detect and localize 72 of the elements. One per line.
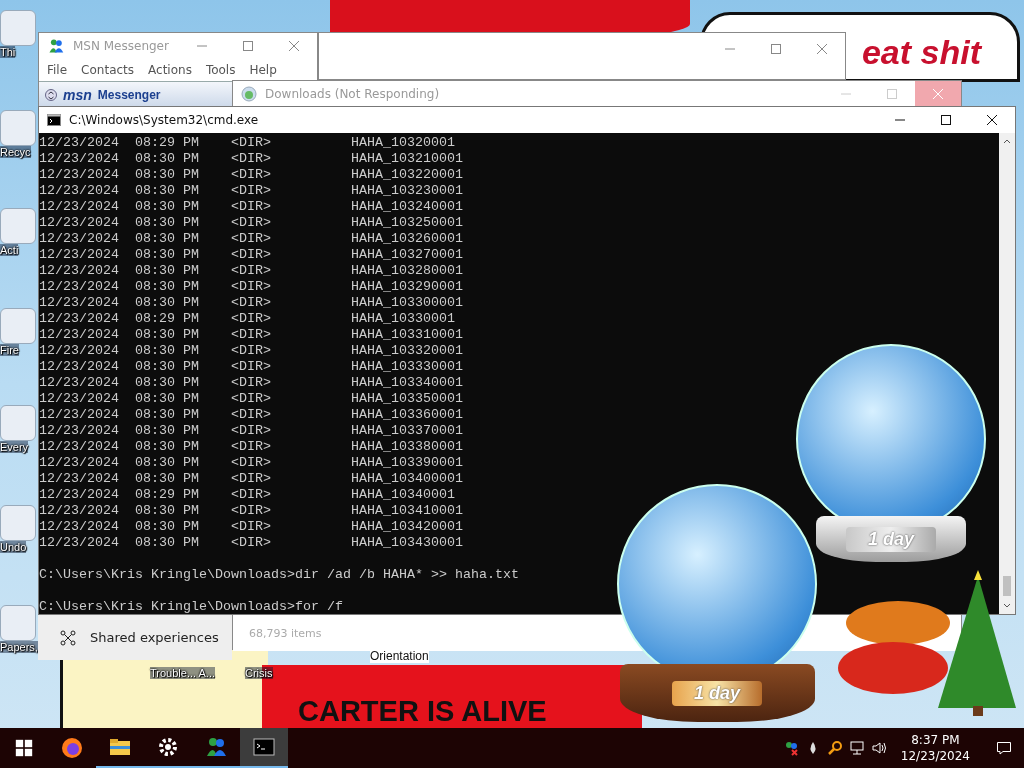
console-line: 12/23/2024 08:30 PM <DIR> HAHA_103250001 <box>39 215 463 231</box>
console-icon <box>253 736 275 758</box>
fox-globe-icon <box>61 737 83 759</box>
collapse-icon[interactable] <box>45 88 57 101</box>
console-line: 12/23/2024 08:30 PM <DIR> HAHA_103300001 <box>39 295 463 311</box>
maximize-icon <box>941 115 951 125</box>
window-title: MSN Messenger <box>73 39 169 53</box>
people-icon <box>47 38 65 54</box>
console-line: 12/23/2024 08:29 PM <DIR> HAHA_10320001 <box>39 135 455 151</box>
network-nodes-icon <box>60 629 76 646</box>
maximize-icon <box>887 89 897 99</box>
folder-icon <box>109 736 131 758</box>
console-prompt: C:\Users\Kris Kringle\Downloads>dir /ad /b HAHA* >> haha.txt <box>39 567 519 583</box>
day-counter-text: 1 day <box>846 526 936 552</box>
settings-item[interactable]: Shared experiences <box>90 630 219 645</box>
console-line: 12/23/2024 08:30 PM <DIR> HAHA_103350001 <box>39 391 463 407</box>
console-line: 12/23/2024 08:30 PM <DIR> HAHA_103210001 <box>39 151 463 167</box>
console-line: 12/23/2024 08:30 PM <DIR> HAHA_103330001 <box>39 359 463 375</box>
console-line: 12/23/2024 08:30 PM <DIR> HAHA_103320001 <box>39 343 463 359</box>
close-icon <box>987 115 997 125</box>
console-line: 12/23/2024 08:30 PM <DIR> HAHA_103390001 <box>39 455 463 471</box>
console-line: 12/23/2024 08:30 PM <DIR> HAHA_103230001 <box>39 183 463 199</box>
speech-bubble-text: eat shit <box>861 32 981 72</box>
menu-item[interactable]: File <box>47 63 68 77</box>
window-title: C:\Windows\System32\cmd.exe <box>69 113 259 127</box>
console-line: 12/23/2024 08:29 PM <DIR> HAHA_10340001 <box>39 487 455 503</box>
menu-item[interactable]: Contacts <box>81 63 135 77</box>
console-line: 12/23/2024 08:30 PM <DIR> HAHA_103290001 <box>39 279 463 295</box>
day-counter-text: 1 day <box>672 680 762 706</box>
window-title: Downloads (Not Responding) <box>265 87 440 101</box>
console-line: 12/23/2024 08:30 PM <DIR> HAHA_103310001 <box>39 327 463 343</box>
console-line: 12/23/2024 08:30 PM <DIR> HAHA_103410001 <box>39 503 463 519</box>
maximize-icon <box>771 44 781 54</box>
globe-icon <box>241 86 257 102</box>
console-line: 12/23/2024 08:30 PM <DIR> HAHA_103240001 <box>39 199 463 215</box>
maximize-icon <box>243 41 253 51</box>
menu-item[interactable]: Actions <box>148 63 192 77</box>
console-prompt: C:\Users\Kris Kringle\Downloads>for /f <box>39 599 343 615</box>
console-line: 12/23/2024 08:29 PM <DIR> HAHA_10330001 <box>39 311 455 327</box>
speech-bubble-icon <box>996 740 1012 756</box>
close-icon <box>933 89 943 99</box>
scrollbar[interactable] <box>999 133 1015 614</box>
console-line: 12/23/2024 08:30 PM <DIR> HAHA_103420001 <box>39 519 463 535</box>
console-line: 12/23/2024 08:30 PM <DIR> HAHA_103400001 <box>39 471 463 487</box>
speaker-icon[interactable] <box>870 740 887 756</box>
windows-logo-icon <box>15 739 33 757</box>
clock[interactable]: 8:37 PM 12/23/2024 <box>892 732 978 764</box>
banner-text: CARTER IS ALIVE <box>298 694 547 728</box>
console-icon <box>47 114 61 126</box>
close-icon <box>289 41 299 51</box>
menu-item[interactable]: Help <box>249 63 277 77</box>
brand-logo: msn <box>63 86 92 103</box>
console-button[interactable] <box>240 728 288 768</box>
console-line: 12/23/2024 08:30 PM <DIR> HAHA_103270001 <box>39 247 463 263</box>
menu-item[interactable]: Tools <box>205 63 236 77</box>
network-icon[interactable] <box>848 740 865 756</box>
settings-icon <box>157 736 179 758</box>
console-line: 12/23/2024 08:30 PM <DIR> HAHA_103380001 <box>39 439 463 455</box>
console-line: 12/23/2024 08:30 PM <DIR> HAHA_103280001 <box>39 263 463 279</box>
console-line: 12/23/2024 08:30 PM <DIR> HAHA_103220001 <box>39 167 463 183</box>
status-text: 68,793 items <box>249 627 322 640</box>
people-icon <box>205 736 227 758</box>
search-icon[interactable] <box>826 740 843 756</box>
console-line: 12/23/2024 08:30 PM <DIR> HAHA_103360001 <box>39 407 463 423</box>
close-icon <box>817 44 827 54</box>
scrollbar-thumb[interactable] <box>1003 576 1011 596</box>
console-line: 12/23/2024 08:30 PM <DIR> HAHA_103340001 <box>39 375 463 391</box>
desktop-icon-label[interactable]: Trouble... A... <box>150 667 215 679</box>
console-line: 12/23/2024 08:30 PM <DIR> HAHA_103370001 <box>39 423 463 439</box>
console-line: 12/23/2024 08:30 PM <DIR> HAHA_103430001 <box>39 535 463 551</box>
brand-product-name: Messenger <box>97 87 161 102</box>
console-line: 12/23/2024 08:30 PM <DIR> HAHA_103260001 <box>39 231 463 247</box>
